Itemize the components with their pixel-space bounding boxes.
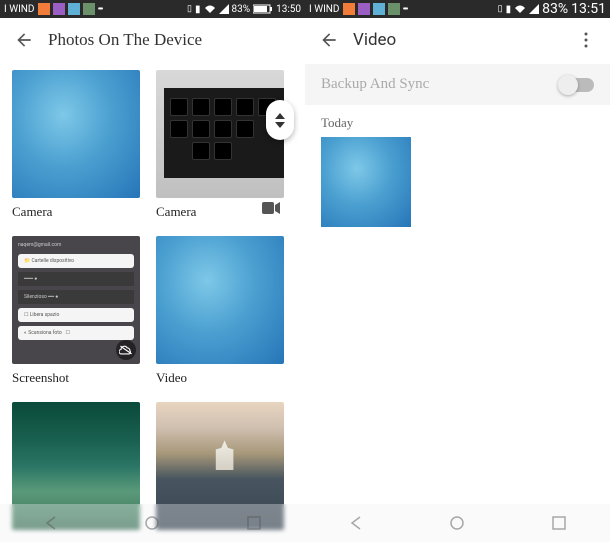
app-icon: [358, 3, 370, 15]
more-notifications-icon: •••: [98, 4, 102, 15]
battery-percent: 83%: [232, 4, 251, 15]
section-header: Today: [305, 105, 610, 137]
back-button[interactable]: [8, 24, 40, 56]
chevron-up-icon: [275, 113, 285, 119]
album-label: Camera: [156, 204, 284, 220]
album-item[interactable]: naqem@gmail.com 📁 Cartelle dispositivo ━…: [12, 236, 140, 386]
phone-right: I WIND ••• ▯ ▮ 83% 13:51 Video: [305, 0, 610, 542]
album-thumbnail: [156, 236, 284, 364]
app-icon: [388, 3, 400, 15]
backup-sync-label: Backup And Sync: [321, 76, 429, 93]
backup-sync-row: Backup And Sync: [305, 64, 610, 105]
album-label: Camera: [12, 204, 140, 220]
wifi-icon: [514, 4, 526, 14]
more-options-button[interactable]: [570, 24, 602, 56]
app-icon: [68, 3, 80, 15]
page-title: Photos On The Device: [48, 30, 202, 50]
nav-home-button[interactable]: [437, 509, 477, 537]
scroll-control[interactable]: [266, 100, 294, 140]
clock: 13:51: [571, 1, 606, 17]
nav-home-button[interactable]: [132, 509, 172, 537]
navigation-bar: [305, 504, 610, 542]
app-bar: Video: [305, 18, 610, 62]
album-label: Video: [156, 370, 284, 386]
album-item[interactable]: Camera: [12, 70, 140, 220]
backup-sync-toggle[interactable]: [560, 78, 594, 92]
page-title: Video: [353, 30, 396, 50]
album-item[interactable]: Camera: [156, 70, 284, 220]
chevron-down-icon: [275, 122, 285, 128]
cloud-off-icon: [116, 340, 136, 360]
nav-back-button[interactable]: [336, 509, 376, 537]
signal-icon: [529, 4, 539, 14]
album-thumbnail: [12, 70, 140, 198]
wifi-icon: [204, 4, 216, 14]
app-bar: Photos On The Device: [0, 18, 305, 62]
vibrate-icon: ▮: [195, 4, 201, 15]
battery-icon: [253, 4, 273, 14]
battery-percent: 83%: [542, 1, 568, 17]
app-icon: [38, 3, 50, 15]
album-thumbnail: [156, 70, 284, 198]
clock: 13:50: [276, 4, 301, 15]
nfc-icon: ▯: [187, 4, 192, 14]
signal-icon: [219, 4, 229, 14]
carrier-label: I WIND: [4, 4, 35, 15]
nfc-icon: ▯: [498, 4, 503, 14]
status-bar: I WIND ••• ▯ ▮ 83% 13:50: [0, 0, 305, 18]
status-bar: I WIND ••• ▯ ▮ 83% 13:51: [305, 0, 610, 18]
album-grid-container: Camera: [0, 62, 305, 538]
app-icon: [53, 3, 65, 15]
album-label: Screenshot: [12, 370, 140, 386]
carrier-label: I WIND: [309, 4, 340, 15]
more-notifications-icon: •••: [403, 4, 407, 15]
album-grid: Camera: [12, 70, 293, 530]
nav-back-button[interactable]: [31, 509, 71, 537]
video-badge-icon: [262, 202, 280, 216]
navigation-bar: [0, 504, 305, 542]
nav-recent-button[interactable]: [539, 509, 579, 537]
album-thumbnail: naqem@gmail.com 📁 Cartelle dispositivo ━…: [12, 236, 140, 364]
nav-recent-button[interactable]: [234, 509, 274, 537]
app-icon: [343, 3, 355, 15]
phone-left: I WIND ••• ▯ ▮ 83% 13:50 Pho: [0, 0, 305, 542]
video-thumbnail[interactable]: [321, 137, 411, 227]
app-icon: [83, 3, 95, 15]
album-item[interactable]: Video: [156, 236, 284, 386]
app-icon: [373, 3, 385, 15]
back-button[interactable]: [313, 24, 345, 56]
more-vertical-icon: [584, 32, 588, 48]
vibrate-icon: ▮: [506, 4, 512, 15]
